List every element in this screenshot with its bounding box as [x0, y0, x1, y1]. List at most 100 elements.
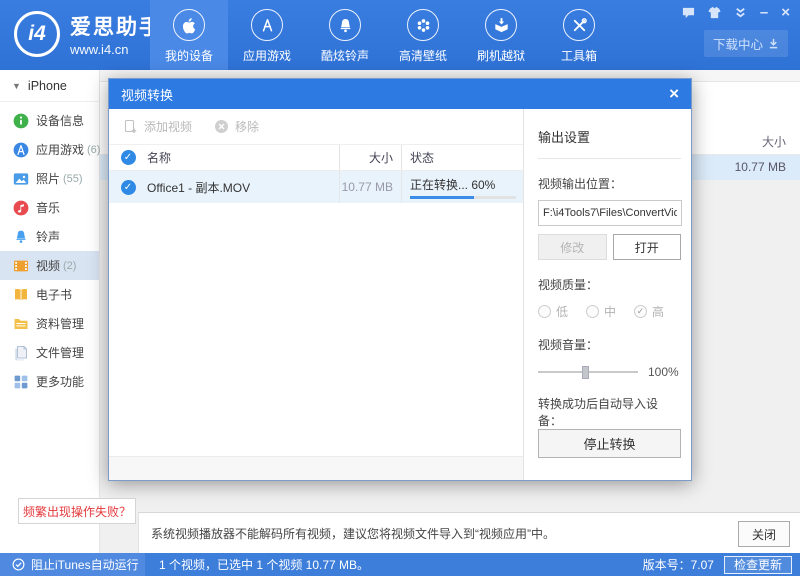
- output-settings-panel: 输出设置 视频输出位置： 修改 打开 视频质量： 低 中 ✓高 视频音量： 10…: [523, 109, 691, 480]
- music-icon: [13, 200, 29, 216]
- quality-radio-group: 低 中 ✓高: [538, 303, 681, 320]
- remove-video-button[interactable]: 移除: [214, 118, 259, 135]
- sidebar-item-app-games[interactable]: 应用游戏 (6): [0, 135, 99, 164]
- progress-bar-fill: [410, 196, 474, 199]
- sidebar-item-more-features[interactable]: 更多功能: [0, 367, 99, 396]
- menu-chevron-icon[interactable]: [734, 6, 747, 19]
- data-folder-icon: [13, 316, 29, 332]
- tab-label: 我的设备: [165, 47, 213, 64]
- open-button[interactable]: 打开: [613, 234, 682, 260]
- chevron-down-icon: ▼: [12, 81, 21, 91]
- modify-button[interactable]: 修改: [538, 234, 607, 260]
- app-logo: i4 爱思助手 www.i4.cn: [14, 11, 162, 57]
- tab-label: 工具箱: [561, 47, 597, 64]
- sidebar-item-music[interactable]: 音乐: [0, 193, 99, 222]
- check-circle-icon: [12, 558, 25, 571]
- tab-my-device[interactable]: 我的设备: [150, 0, 228, 70]
- tab-app-games[interactable]: 应用游戏: [228, 0, 306, 70]
- video-quality-label: 视频质量：: [538, 276, 681, 293]
- add-document-icon: [123, 119, 138, 134]
- logo-i4-icon: i4: [14, 11, 60, 57]
- remove-circle-icon: [214, 119, 229, 134]
- sidebar-item-count: (6): [87, 144, 100, 156]
- tab-wallpapers[interactable]: 高清壁纸: [384, 0, 462, 70]
- tab-label: 应用游戏: [243, 47, 291, 64]
- sidebar-item-label: 资料管理: [36, 315, 84, 332]
- selection-info: 1 个视频，已选中 1 个视频 10.77 MB。: [159, 556, 369, 573]
- select-all-checkbox[interactable]: ✓: [121, 150, 136, 165]
- output-settings-heading: 输出设置: [538, 109, 681, 159]
- sidebar-item-label: 视频: [36, 257, 60, 274]
- quality-low-radio[interactable]: 低: [538, 303, 568, 320]
- tab-ringtones[interactable]: 酷炫铃声: [306, 0, 384, 70]
- info-icon: [13, 113, 29, 129]
- tab-jailbreak[interactable]: 刷机越狱: [462, 0, 540, 70]
- top-nav: 我的设备 应用游戏 酷炫铃声 高清壁纸 刷机越狱: [150, 0, 618, 70]
- video-volume-label: 视频音量：: [538, 336, 681, 353]
- video-convert-dialog: 视频转换 × 添加视频 移除 ✓ 名称 大小 状态 ✓: [108, 78, 692, 481]
- dialog-close-icon[interactable]: ×: [669, 86, 679, 102]
- app-title: 爱思助手: [70, 11, 162, 41]
- stop-conversion-button[interactable]: 停止转换: [538, 429, 681, 458]
- video-row[interactable]: ✓ Office1 - 副本.MOV 10.77 MB 正在转换... 60%: [109, 171, 523, 203]
- quality-high-label: 高: [652, 303, 664, 320]
- close-notice-button[interactable]: 关闭: [738, 521, 790, 547]
- download-center-label: 下载中心: [713, 34, 763, 53]
- sidebar-item-label: 照片: [36, 170, 60, 187]
- sidebar-item-file-management[interactable]: 文件管理: [0, 338, 99, 367]
- device-selector[interactable]: ▼ iPhone: [0, 70, 99, 102]
- appstore-icon: [251, 9, 283, 41]
- list-header-row: ✓ 名称 大小 状态: [109, 145, 523, 171]
- frequent-failure-button[interactable]: 频繁出现操作失败？: [18, 498, 136, 524]
- toolbox-icon: [563, 9, 595, 41]
- volume-value: 100%: [648, 365, 679, 379]
- quality-mid-radio[interactable]: 中: [586, 303, 616, 320]
- sidebar-item-photos[interactable]: 照片 (55): [0, 164, 99, 193]
- auto-import-label: 转换成功后自动导入设备：: [538, 395, 681, 429]
- tab-label: 刷机越狱: [477, 47, 525, 64]
- slider-handle[interactable]: [582, 366, 589, 379]
- minimize-icon[interactable]: –: [760, 8, 768, 17]
- sidebar-item-data-management[interactable]: 资料管理: [0, 309, 99, 338]
- download-center-button[interactable]: 下载中心: [704, 30, 788, 57]
- sidebar-item-device-info[interactable]: 设备信息: [0, 106, 99, 135]
- block-itunes-toggle[interactable]: 阻止iTunes自动运行: [0, 553, 145, 576]
- photo-icon: [13, 171, 29, 187]
- sidebar-item-label: 电子书: [36, 286, 72, 303]
- dialog-title: 视频转换: [121, 85, 173, 104]
- sidebar-item-videos[interactable]: 视频 (2): [0, 251, 99, 280]
- dialog-video-list: 添加视频 移除 ✓ 名称 大小 状态 ✓ Office1 - 副本.MOV 10…: [109, 109, 523, 480]
- quality-mid-label: 中: [604, 303, 616, 320]
- tab-label: 高清壁纸: [399, 47, 447, 64]
- bell-icon: [329, 9, 361, 41]
- sidebar-item-label: 应用游戏: [36, 141, 84, 158]
- dialog-title-bar: 视频转换 ×: [109, 79, 691, 109]
- sidebar-item-label: 设备信息: [36, 112, 84, 129]
- jailbreak-icon: [485, 9, 517, 41]
- add-video-button[interactable]: 添加视频: [123, 118, 192, 135]
- tab-label: 酷炫铃声: [321, 47, 369, 64]
- background-size-column-header: 大小: [762, 133, 786, 150]
- feedback-icon[interactable]: [682, 6, 695, 19]
- volume-slider[interactable]: [538, 365, 638, 379]
- sidebar-item-label: 铃声: [36, 228, 60, 245]
- output-location-input[interactable]: [538, 200, 682, 226]
- video-status-cell: 正在转换... 60%: [401, 171, 523, 203]
- close-window-icon[interactable]: ×: [781, 7, 790, 19]
- device-name: iPhone: [28, 79, 67, 93]
- block-itunes-label: 阻止iTunes自动运行: [31, 556, 139, 573]
- quality-high-radio[interactable]: ✓高: [634, 303, 664, 320]
- check-update-button[interactable]: 检查更新: [724, 556, 792, 574]
- status-column-header[interactable]: 状态: [401, 145, 523, 170]
- background-row-size: 10.77 MB: [735, 160, 786, 174]
- conversion-status: 正在转换... 60%: [410, 176, 523, 193]
- row-checkbox[interactable]: ✓: [121, 180, 136, 195]
- sidebar-item-ebooks[interactable]: 电子书: [0, 280, 99, 309]
- video-name: Office1 - 副本.MOV: [147, 179, 339, 196]
- skin-icon[interactable]: [708, 6, 721, 19]
- size-column-header[interactable]: 大小: [339, 145, 401, 170]
- sidebar-item-ringtones[interactable]: 铃声: [0, 222, 99, 251]
- name-column-header[interactable]: 名称: [147, 149, 339, 166]
- file-icon: [13, 345, 29, 361]
- tab-toolbox[interactable]: 工具箱: [540, 0, 618, 70]
